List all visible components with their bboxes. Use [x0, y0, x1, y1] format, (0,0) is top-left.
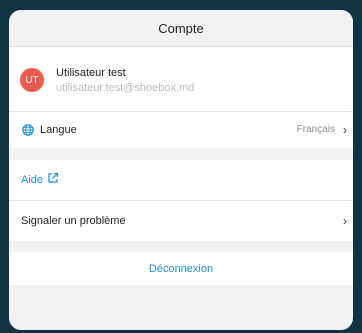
avatar: UT: [20, 68, 44, 92]
profile-card: UT Utilisateur test utilisateur.test@sho…: [9, 47, 353, 112]
user-email: utilisateur.test@shoebox.md: [56, 82, 195, 94]
sheet-title: Compte: [158, 20, 204, 36]
report-problem-label: Signaler un problème: [21, 215, 126, 227]
logout-button[interactable]: Déconnexion: [9, 252, 353, 285]
language-value: Français: [296, 124, 335, 135]
help-section: Aide Signaler un problème ›: [9, 160, 353, 241]
user-name: Utilisateur test: [56, 67, 126, 79]
report-problem-row[interactable]: Signaler un problème ›: [9, 201, 353, 241]
language-label: Langue: [40, 124, 77, 136]
language-row[interactable]: Langue Français ›: [9, 112, 353, 148]
logout-label: Déconnexion: [148, 262, 214, 275]
chevron-right-icon: ›: [343, 214, 347, 228]
sheet-header: Compte: [9, 10, 353, 47]
chevron-right-icon: ›: [343, 123, 347, 137]
external-link-icon: [48, 172, 59, 183]
help-label: Aide: [21, 174, 44, 186]
account-sheet: Compte UT Utilisateur test utilisateur.t…: [9, 10, 353, 330]
help-link[interactable]: Aide: [9, 160, 353, 201]
globe-icon: [22, 124, 34, 136]
